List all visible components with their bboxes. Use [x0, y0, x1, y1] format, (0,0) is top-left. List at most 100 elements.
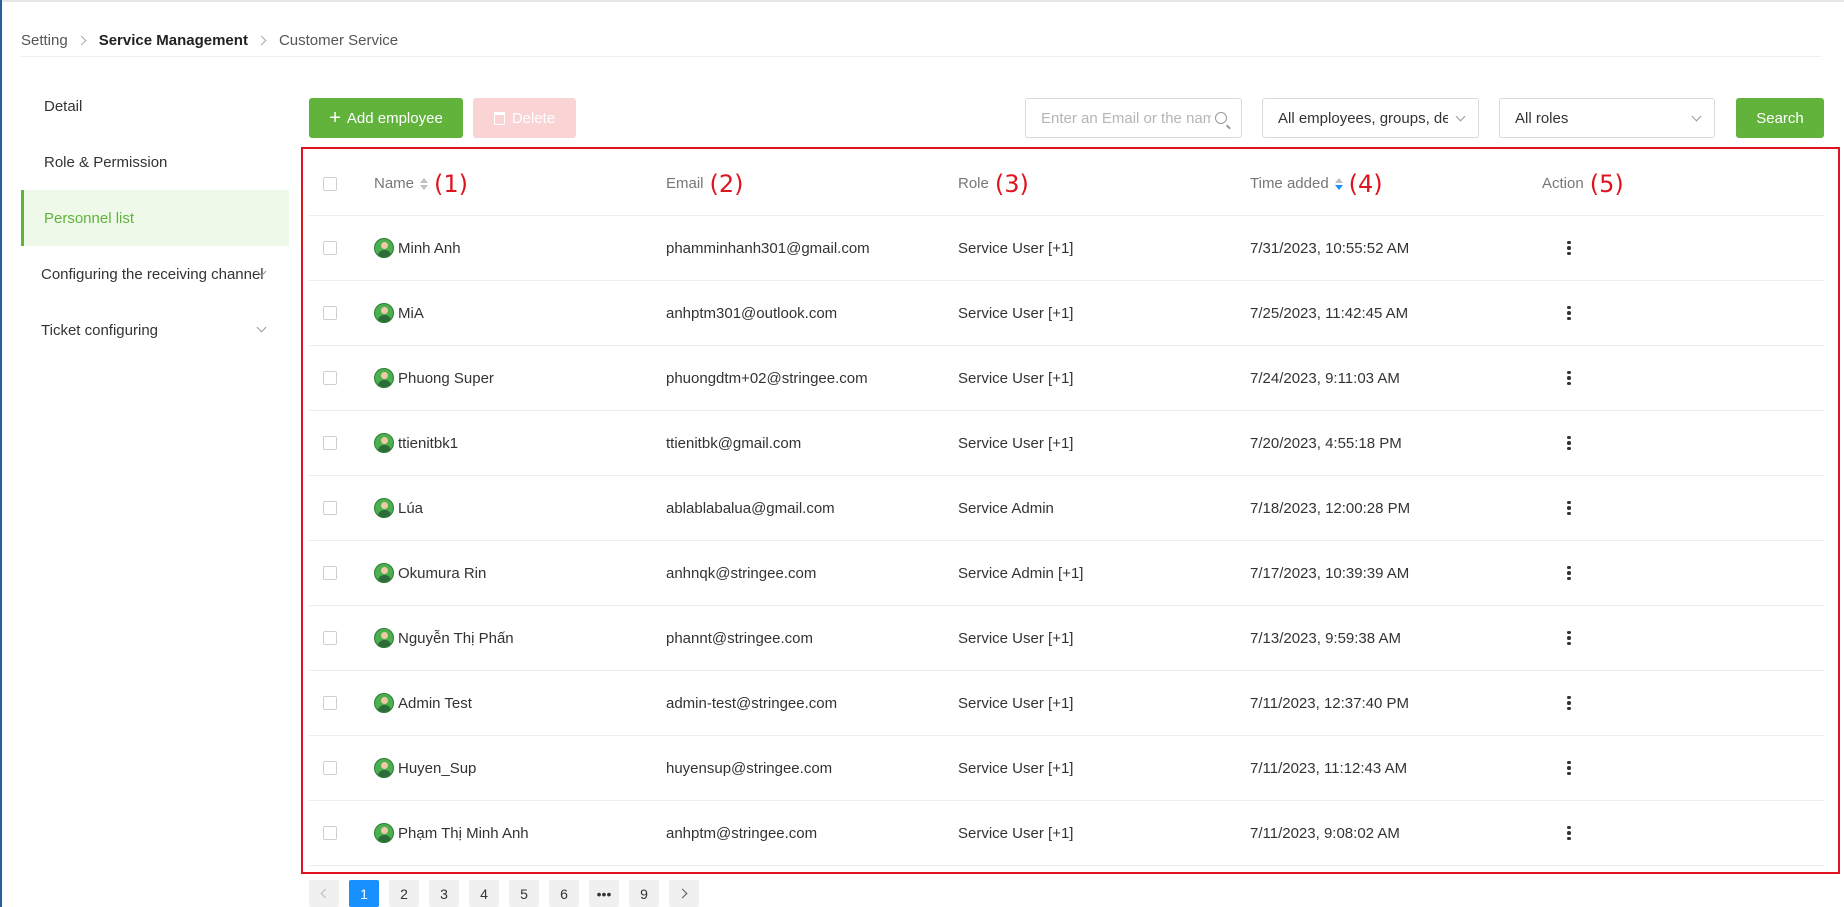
employee-role: Service User [+1]: [958, 824, 1074, 842]
row-checkbox[interactable]: [323, 631, 337, 645]
employee-name: Admin Test: [398, 694, 472, 712]
chevron-right-icon: [256, 35, 267, 45]
employee-role: Service User [+1]: [958, 759, 1074, 777]
next-page-button[interactable]: [669, 880, 699, 907]
column-label: Action: [1542, 175, 1584, 192]
more-actions-icon[interactable]: [1559, 238, 1579, 258]
page-button[interactable]: 3: [429, 880, 459, 907]
sidebar-item-role-permission[interactable]: Role & Permission: [21, 134, 289, 190]
delete-label: Delete: [511, 109, 556, 127]
employee-role: Service User [+1]: [958, 629, 1074, 647]
table-row: ttienitbk1 ttienitbk@gmail.com Service Use…: [309, 411, 1824, 476]
employee-email: ablablabalua@gmail.com: [666, 499, 835, 517]
sidebar-item-receiving-channel[interactable]: Configuring the receiving channel: [21, 246, 289, 302]
search-button[interactable]: Search: [1736, 98, 1824, 138]
column-label: Name: [374, 175, 415, 192]
column-label: Role: [958, 175, 989, 192]
page-button[interactable]: 2: [389, 880, 419, 907]
employee-role: Service User [+1]: [958, 239, 1074, 257]
employee-email: anhptm@stringee.com: [666, 824, 818, 842]
page-button[interactable]: 5: [509, 880, 539, 907]
personnel-table: Name (1) Email (2) Role (3) Time added (…: [309, 152, 1824, 866]
row-checkbox[interactable]: [323, 241, 337, 255]
sidebar-item-ticket-configuring[interactable]: Ticket configuring: [21, 302, 289, 358]
column-label: Time added: [1250, 175, 1329, 192]
sort-icon[interactable]: [1334, 177, 1343, 190]
employee-email: ttienitbk@gmail.com: [666, 434, 802, 452]
more-actions-icon[interactable]: [1559, 368, 1579, 388]
plus-icon: +: [329, 107, 341, 129]
row-checkbox[interactable]: [323, 306, 337, 320]
table-row: Lúa ablablabalua@gmail.com Service Admin 7/…: [309, 476, 1824, 541]
sort-icon[interactable]: [420, 177, 429, 190]
column-name[interactable]: Name (1): [374, 152, 468, 215]
select-all-checkbox[interactable]: [323, 176, 337, 191]
page-button[interactable]: 9: [629, 880, 659, 907]
more-actions-icon[interactable]: [1559, 498, 1579, 518]
employee-role: Service User [+1]: [958, 304, 1074, 322]
more-actions-icon[interactable]: [1559, 628, 1579, 648]
sidebar: Detail Role & Permission Personnel list …: [21, 78, 289, 358]
row-checkbox[interactable]: [323, 566, 337, 580]
employee-role: Service Admin: [958, 499, 1054, 517]
employee-name: Minh Anh: [398, 239, 461, 257]
row-checkbox[interactable]: [323, 501, 337, 515]
employee-name: MiA: [398, 304, 424, 322]
avatar-icon: [374, 823, 394, 843]
employee-time-added: 7/11/2023, 12:37:40 PM: [1250, 694, 1410, 712]
table-row: MiA anhptm301@outlook.com Service User [+1…: [309, 281, 1824, 346]
employee-time-added: 7/11/2023, 9:08:02 AM: [1250, 824, 1400, 842]
pagination-ellipsis[interactable]: •••: [589, 880, 619, 907]
employee-time-added: 7/11/2023, 11:12:43 AM: [1250, 759, 1408, 777]
row-checkbox[interactable]: [323, 371, 337, 385]
employee-time-added: 7/13/2023, 9:59:38 AM: [1250, 629, 1401, 647]
row-checkbox[interactable]: [323, 436, 337, 450]
sidebar-item-label: Personnel list: [44, 209, 135, 227]
more-actions-icon[interactable]: [1559, 563, 1579, 583]
chevron-right-icon: [76, 35, 87, 45]
more-actions-icon[interactable]: [1559, 758, 1579, 778]
sidebar-item-detail[interactable]: Detail: [21, 78, 289, 134]
column-time-added[interactable]: Time added (4): [1250, 152, 1383, 215]
employee-email: admin-test@stringee.com: [666, 694, 838, 712]
sidebar-item-personnel-list[interactable]: Personnel list: [21, 190, 289, 246]
top-border: [0, 0, 1844, 2]
row-checkbox[interactable]: [323, 826, 337, 840]
table-row: Okumura Rin anhnqk@stringee.com Service Ad…: [309, 541, 1824, 606]
trash-icon: [493, 111, 505, 125]
avatar-icon: [374, 563, 394, 583]
employee-email: huyensup@stringee.com: [666, 759, 833, 777]
employee-name: Okumura Rin: [398, 564, 487, 582]
more-actions-icon[interactable]: [1559, 433, 1579, 453]
breadcrumb-divider: [21, 56, 1821, 57]
table-row: Phạm Thị Minh Anh anhptm@stringee.com Serv…: [309, 801, 1824, 866]
more-actions-icon[interactable]: [1559, 693, 1579, 713]
employee-time-added: 7/17/2023, 10:39:39 AM: [1250, 564, 1410, 582]
add-employee-button[interactable]: + Add employee: [309, 98, 463, 138]
employee-name: Nguyễn Thị Phấn: [398, 629, 514, 647]
group-filter-value: All employees, groups, departments: [1278, 109, 1448, 127]
search-icon[interactable]: [1215, 112, 1227, 124]
left-border: [0, 0, 2, 907]
breadcrumb-customer-service: Customer Service: [278, 31, 399, 49]
page-button[interactable]: 6: [549, 880, 579, 907]
group-filter-select[interactable]: All employees, groups, departments: [1262, 98, 1479, 138]
table-row: Nguyễn Thị Phấn phannt@stringee.com Servic…: [309, 606, 1824, 671]
page-button[interactable]: 4: [469, 880, 499, 907]
annotation-label: (2): [709, 169, 744, 198]
prev-page-button[interactable]: [309, 880, 339, 907]
breadcrumb-setting[interactable]: Setting: [21, 32, 68, 49]
page-button[interactable]: 1: [349, 880, 379, 907]
more-actions-icon[interactable]: [1559, 823, 1579, 843]
chevron-down-icon: [1455, 111, 1466, 122]
employee-email: phamminhanh301@gmail.com: [666, 239, 870, 257]
more-actions-icon[interactable]: [1559, 303, 1579, 323]
breadcrumb-service-management[interactable]: Service Management: [99, 32, 248, 49]
search-input[interactable]: [1041, 109, 1211, 127]
row-checkbox[interactable]: [323, 696, 337, 710]
delete-button[interactable]: Delete: [473, 98, 576, 138]
row-checkbox[interactable]: [323, 761, 337, 775]
annotation-label: (4): [1348, 169, 1383, 198]
role-filter-select[interactable]: All roles: [1499, 98, 1715, 138]
avatar-icon: [374, 303, 394, 323]
